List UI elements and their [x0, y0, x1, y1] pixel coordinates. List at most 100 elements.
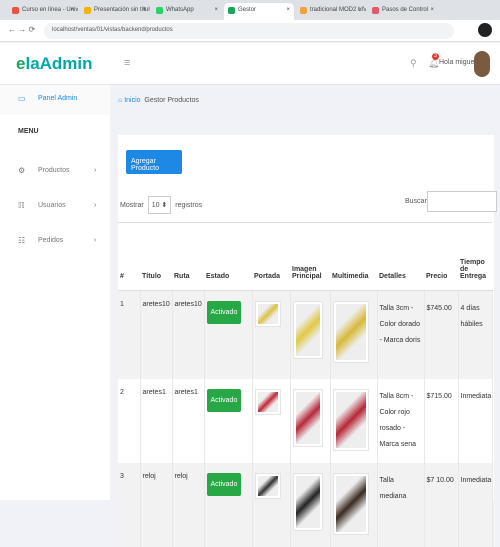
- status-toggle-button[interactable]: Activado: [206, 472, 242, 496]
- cell-tiempo: 4 días hábiles: [458, 290, 493, 379]
- sidebar: ▭ Panel Admin MENU ⚙ Productos › ℿ Usuarios ›…: [0, 85, 110, 500]
- column-header[interactable]: Ruta: [172, 222, 204, 291]
- table-row: 2 aretes1 aretes1 Activado Talla 8cm - Color…: [118, 378, 493, 463]
- gears-icon: ⚙: [18, 166, 26, 175]
- portada-image[interactable]: [254, 301, 281, 327]
- cell-estado: Activado: [204, 462, 253, 547]
- cell-titulo: reloj: [140, 462, 173, 547]
- cell-tiempo: Inmediata: [458, 378, 493, 463]
- column-header[interactable]: Título: [140, 222, 172, 291]
- browser-tab-bar: Curso en línea - Univ × Presentación sin t…: [0, 0, 500, 20]
- cell-ruta: aretes1: [172, 378, 205, 463]
- browser-tab[interactable]: Curso en línea - Univ ×: [8, 3, 78, 20]
- column-header[interactable]: Portada: [252, 222, 290, 291]
- browser-tab[interactable]: Presentación sin título ×: [80, 3, 150, 20]
- cell-detalles: Talla mediana: [377, 462, 425, 547]
- app-header: elaAdmin ≡ ⚲ 🔔︎ 3 Hola miguel: [0, 43, 500, 85]
- cell-ruta: reloj: [172, 462, 205, 547]
- column-header[interactable]: Multimedia: [330, 222, 377, 291]
- cell-titulo: aretes10: [140, 290, 173, 379]
- close-tab-icon[interactable]: ×: [214, 7, 218, 13]
- menu-heading: MENU: [18, 128, 39, 135]
- chevron-right-icon: ›: [94, 237, 97, 244]
- breadcrumb: ⌂ Inicio Gestor Productos: [110, 88, 500, 114]
- breadcrumb-current: Gestor Productos: [144, 97, 199, 104]
- cell-num: 1: [118, 290, 141, 379]
- search-icon[interactable]: ⚲: [410, 58, 417, 69]
- cell-imagen-principal: [290, 290, 331, 379]
- laptop-icon: ▭: [18, 94, 26, 103]
- cell-titulo: aretes1: [140, 378, 173, 463]
- user-avatar[interactable]: [474, 51, 490, 77]
- menu-toggle-icon[interactable]: ≡: [124, 57, 130, 69]
- logo[interactable]: elaAdmin: [16, 54, 93, 74]
- browser-tab[interactable]: Gestor ×: [224, 3, 294, 20]
- cell-tiempo: Inmediata: [458, 462, 493, 547]
- cell-precio: $745.00: [424, 290, 459, 379]
- chevron-right-icon: ›: [94, 167, 97, 174]
- multimedia-image[interactable]: [332, 301, 369, 363]
- favicon-icon: [156, 7, 163, 14]
- cell-num: 3: [118, 462, 141, 547]
- column-header[interactable]: Precio: [424, 222, 458, 291]
- favicon-icon: [372, 7, 379, 14]
- cell-imagen-principal: [290, 378, 331, 463]
- cell-num: 2: [118, 378, 141, 463]
- favicon-icon: [300, 7, 307, 14]
- chevron-right-icon: ›: [94, 202, 97, 209]
- cell-precio: $7 10.00: [424, 462, 459, 547]
- cell-multimedia: [330, 462, 378, 547]
- cell-ruta: aretes10: [172, 290, 205, 379]
- sidebar-item-pedidos[interactable]: ☷ Pedidos ›: [0, 227, 110, 257]
- close-tab-icon[interactable]: ×: [70, 7, 74, 13]
- sidebar-item-panel[interactable]: ▭ Panel Admin: [0, 85, 110, 115]
- back-forward-reload-icons[interactable]: ← → ⟳: [8, 25, 35, 34]
- favicon-icon: [228, 7, 235, 14]
- table-row: 1 aretes10 aretes10 Activado Talla 3cm - Col…: [118, 290, 493, 379]
- add-product-button[interactable]: Agregar Producto: [126, 150, 182, 174]
- portada-image[interactable]: [254, 472, 281, 499]
- cell-detalles: Talla 3cm - Color dorado - Marca doris: [377, 290, 425, 379]
- browser-tab[interactable]: tradicional MOD2 LIV ×: [296, 3, 366, 20]
- imagen-principal-image[interactable]: [292, 472, 323, 531]
- browser-tab[interactable]: Pasos de Control ×: [368, 3, 438, 20]
- cell-portada: [252, 462, 291, 547]
- cell-precio: $715.00: [424, 378, 459, 463]
- user-name[interactable]: Hola miguel: [439, 59, 476, 66]
- products-table: # Título Ruta Estado Portada Imagen Principal…: [118, 222, 493, 547]
- multimedia-image[interactable]: [332, 388, 369, 451]
- sidebar-item-productos[interactable]: ⚙ Productos ›: [0, 157, 110, 187]
- users-icon: ℿ: [18, 201, 25, 210]
- cell-imagen-principal: [290, 462, 331, 547]
- cell-portada: [252, 290, 291, 379]
- breadcrumb-home[interactable]: ⌂ Inicio: [118, 97, 141, 104]
- search-input[interactable]: [427, 191, 497, 212]
- favicon-icon: [84, 7, 91, 14]
- portada-image[interactable]: [254, 388, 281, 415]
- column-header[interactable]: Estado: [204, 222, 252, 291]
- column-header[interactable]: Imagen Principal: [290, 222, 330, 291]
- column-header[interactable]: Tiempo de Entrega: [458, 222, 492, 291]
- close-tab-icon[interactable]: ×: [286, 7, 290, 13]
- cell-portada: [252, 378, 291, 463]
- table-row: 3 reloj reloj Activado Talla mediana $7 10.00…: [118, 462, 493, 547]
- status-toggle-button[interactable]: Activado: [206, 301, 242, 324]
- imagen-principal-image[interactable]: [292, 301, 323, 359]
- browser-tab[interactable]: WhatsApp ×: [152, 3, 222, 20]
- close-tab-icon[interactable]: ×: [358, 7, 362, 13]
- favicon-icon: [12, 7, 19, 14]
- page-length-select[interactable]: 10 ⬍: [147, 196, 172, 214]
- status-toggle-button[interactable]: Activado: [206, 388, 242, 412]
- list-icon: ☷: [18, 236, 26, 245]
- column-header[interactable]: Detalles: [377, 222, 424, 291]
- profile-avatar[interactable]: [478, 23, 492, 37]
- column-header[interactable]: #: [118, 222, 140, 291]
- sidebar-item-usuarios[interactable]: ℿ Usuarios ›: [0, 192, 110, 222]
- multimedia-image[interactable]: [332, 472, 369, 535]
- close-tab-icon[interactable]: ×: [430, 7, 434, 13]
- cell-estado: Activado: [204, 378, 253, 463]
- close-tab-icon[interactable]: ×: [142, 7, 146, 13]
- url-field[interactable]: localhost/ventas/01/vistas/backend/produ…: [44, 23, 454, 39]
- imagen-principal-image[interactable]: [292, 388, 323, 447]
- cell-detalles: Talla 8cm - Color rojo rosado - Marca se…: [377, 378, 425, 463]
